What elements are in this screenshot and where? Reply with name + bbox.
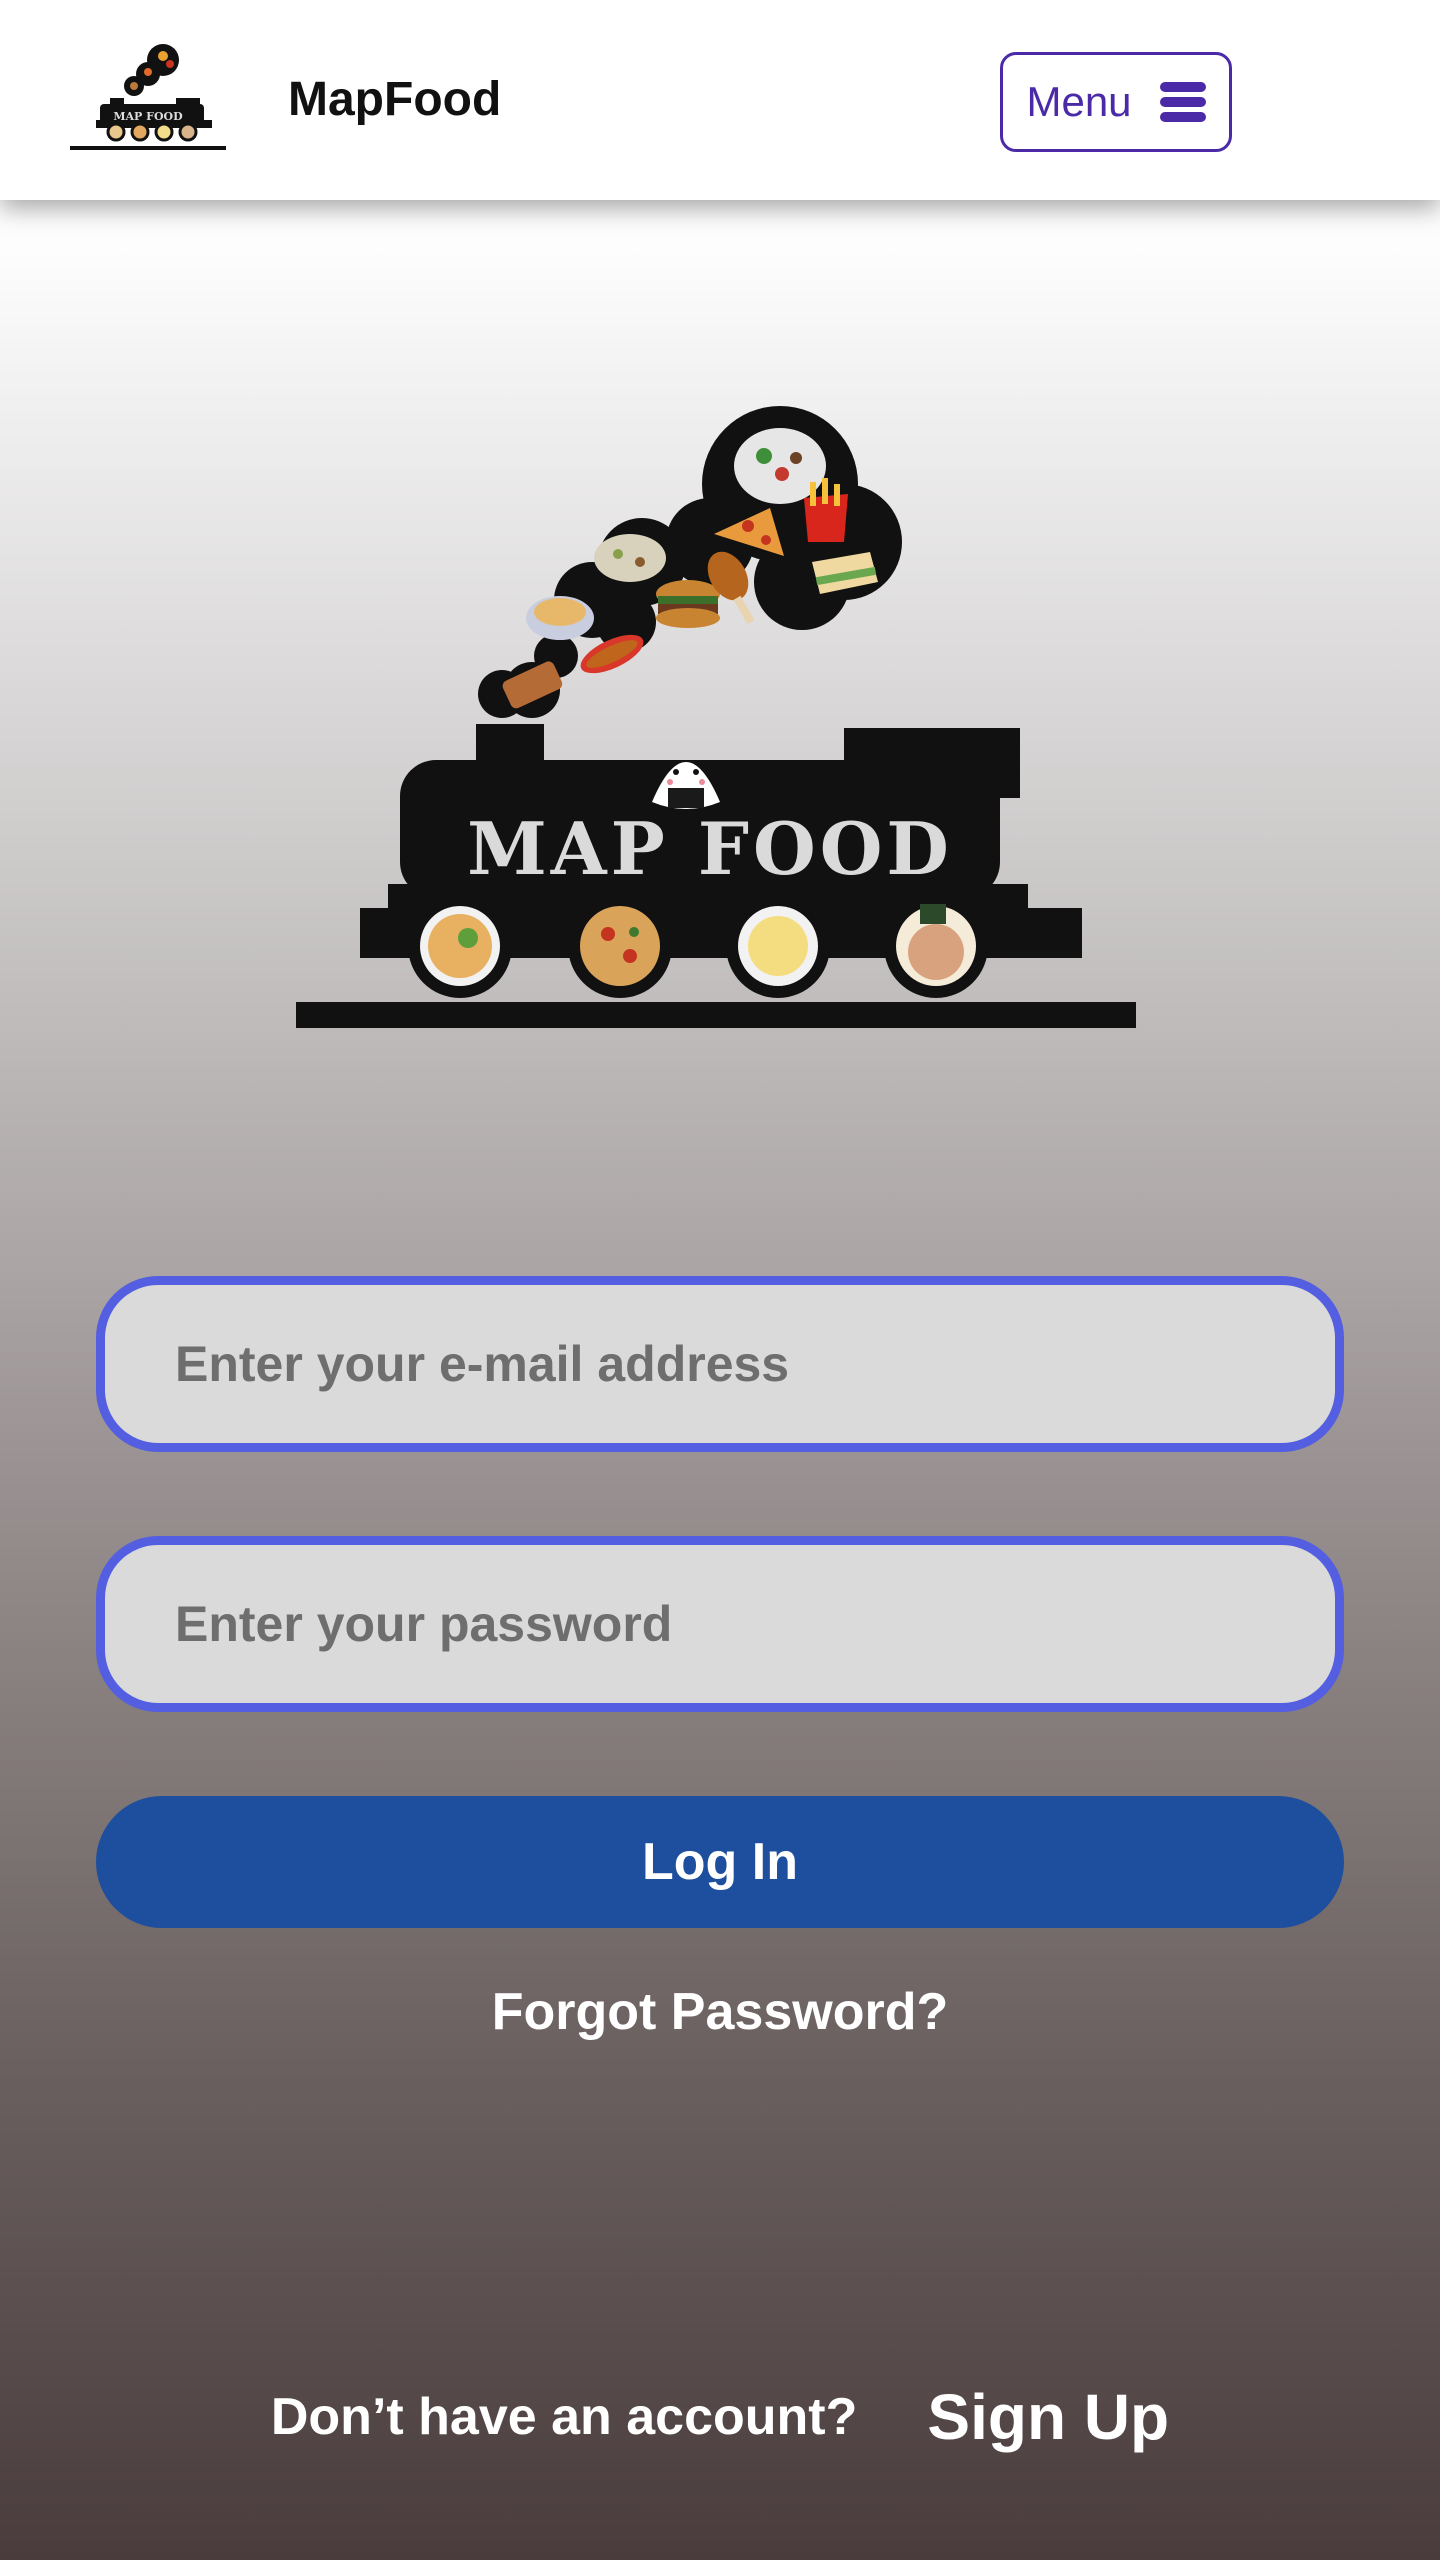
email-field[interactable] bbox=[96, 1276, 1344, 1452]
forgot-password-link[interactable]: Forgot Password? bbox=[0, 1982, 1440, 2042]
no-account-text: Don’t have an account? bbox=[270, 2388, 858, 2446]
login-button[interactable]: Log In bbox=[96, 1796, 1344, 1928]
password-field[interactable] bbox=[96, 1536, 1344, 1712]
top-header: MAP FOOD MapFood Menu bbox=[0, 0, 1440, 200]
signup-link[interactable]: Sign Up bbox=[927, 2380, 1169, 2454]
mapfood-train-logo: MAP FOOD bbox=[296, 406, 1136, 1028]
signup-row: Don’t have an account? Sign Up bbox=[0, 2380, 1440, 2454]
hamburger-icon bbox=[1159, 82, 1206, 122]
mapfood-logo-icon[interactable]: MAP FOOD bbox=[68, 40, 228, 160]
menu-button[interactable]: Menu bbox=[1000, 52, 1232, 152]
menu-button-label: Menu bbox=[1026, 78, 1132, 125]
app-title: MapFood bbox=[288, 73, 502, 126]
header-logo-text: MAP FOOD bbox=[113, 110, 183, 123]
train-logo-text: MAP FOOD bbox=[467, 806, 953, 891]
